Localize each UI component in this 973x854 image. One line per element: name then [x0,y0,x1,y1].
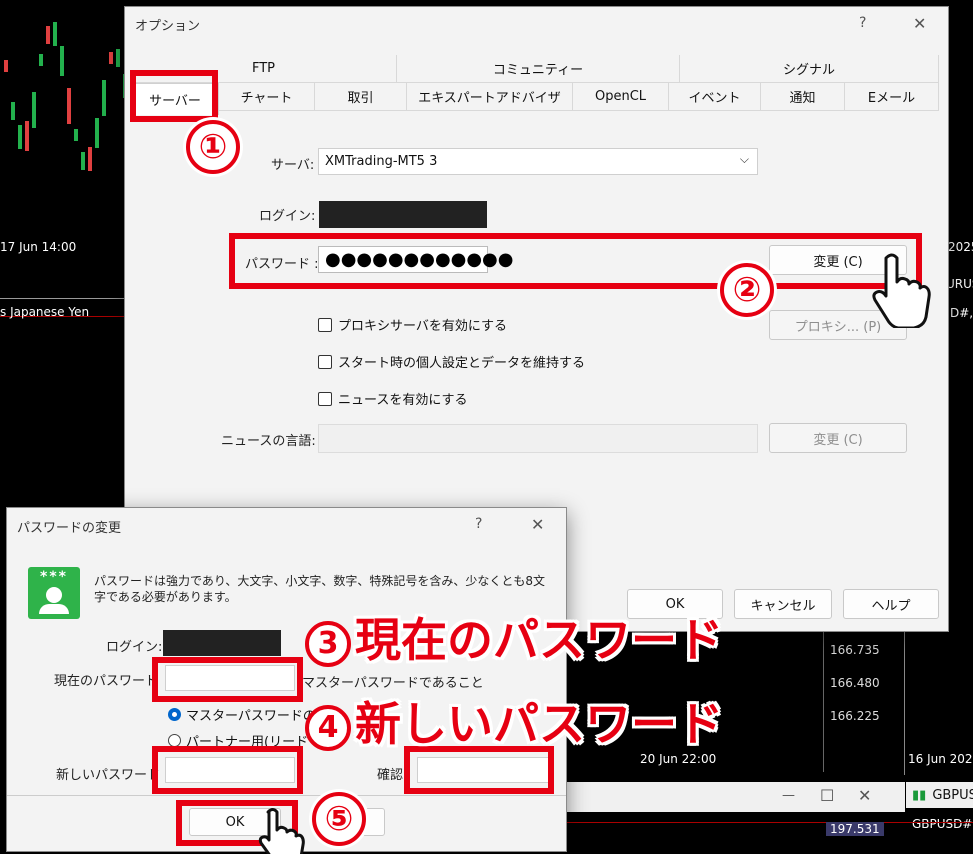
current-password-label: 現在のパスワード [54,674,159,689]
help-button[interactable]: ヘルプ [843,589,939,619]
new-password-label: 新しいパスワード [56,768,161,783]
chart-date-mid: 20 Jun 22:00 [640,752,717,766]
dialog-divider [7,795,566,796]
cancel-button[interactable]: キャンセル [734,589,832,619]
server-value: XMTrading-MT5 3 [325,154,438,169]
radio-dot [168,708,181,721]
price-tag-box: 197.531 [826,822,884,836]
gbp-tab-label: GBPUS [932,787,973,803]
tab-chart[interactable]: チャート [219,83,315,111]
candle [4,60,8,72]
chart-symbol-right-2: D#, [950,306,973,320]
tab-opencl[interactable]: OpenCL [573,83,669,111]
chart-date-left: 17 Jun 14:00 [0,240,77,254]
price-label: 166.480 [830,676,880,690]
minimize-icon[interactable]: — [782,788,795,803]
server-label: サーバ: [271,158,315,173]
password-requirements: パスワードは強力であり、大文字、小文字、数字、特殊記号を含み、少なくとも8文字で… [94,574,546,604]
checkbox-box [318,391,332,406]
caption-4-text: 新しいパスワード [355,697,723,751]
candle [53,22,57,46]
candle [95,118,99,148]
step-1-badge: ① [186,120,240,174]
candle [18,125,22,149]
login-label: ログイン: [259,209,316,224]
caption-step-3: 3 現在のパスワード [305,604,723,670]
tab-notifications[interactable]: 通知 [761,83,845,111]
dialog-title: パスワードの変更 [17,521,122,536]
step-3-number: 3 [305,620,351,667]
login-value-redacted [319,201,487,228]
proxy-checkbox[interactable]: プロキシサーバを有効にする [318,315,507,334]
close-icon[interactable]: ✕ [913,14,926,33]
highlight-server-tab [130,70,218,122]
caption-step-4: 4 新しいパスワード [305,688,723,754]
price-label: 166.225 [830,709,880,723]
help-icon[interactable]: ? [859,15,866,31]
candle [74,129,78,141]
news-language-field[interactable] [318,424,758,453]
chart-symbol-left: s Japanese Yen [0,305,90,319]
pointer-hand-icon [872,253,931,328]
news-checkbox[interactable]: ニュースを有効にする [318,389,467,408]
price-label: 166.735 [830,643,880,657]
stars-text: *** [40,569,68,585]
candle [88,147,92,171]
candle [46,26,50,44]
tab-signal[interactable]: シグナル [680,55,939,83]
confirm-label: 確認 [377,768,404,783]
dialog-title: オプション [135,19,201,34]
tab-expert-advisor[interactable]: エキスパートアドバイザ [407,83,573,111]
candle [32,92,36,128]
candle [81,152,85,170]
candle [39,54,43,66]
highlight-new-password [152,746,303,794]
checkbox-box [318,354,332,369]
step-2-badge: ② [720,263,774,317]
checkbox-box [318,317,332,332]
caption-3-text: 現在のパスワード [355,613,723,667]
candle [102,80,106,116]
maximize-icon[interactable]: ☐ [820,786,834,805]
candle [11,102,15,120]
chart-date-right: 16 Jun 2025 [908,752,973,766]
server-select[interactable]: XMTrading-MT5 3 ⌵ [318,148,758,175]
candle [60,46,64,76]
chevron-down-icon: ⌵ [739,152,749,166]
master-password-radio[interactable]: マスターパスワードの [168,705,316,724]
candle [109,52,113,64]
news-checkbox-label: ニュースを有効にする [338,393,468,408]
highlight-current-password [152,657,303,702]
keep-settings-label: スタート時の個人設定とデータを維持する [338,356,586,371]
proxy-checkbox-label: プロキシサーバを有効にする [338,319,508,334]
help-icon[interactable]: ? [475,516,482,532]
close-icon[interactable]: ✕ [858,786,871,805]
candles-icon: ▮▮ [912,787,927,803]
tab-community[interactable]: コミュニティー [397,55,680,83]
candle [25,121,29,151]
gbp-chart-tab[interactable]: ▮▮ GBPUS [906,782,973,808]
highlight-password-row [229,233,922,289]
tab-trade[interactable]: 取引 [315,83,407,111]
login-label: ログイン: [106,640,163,655]
gbp-chart-label: GBPUSD#, [912,817,973,831]
chart-year-right: 2025 [948,240,973,254]
tab-email[interactable]: Eメール [845,83,939,111]
tab-events[interactable]: イベント [669,83,761,111]
user-key-icon: *** [28,567,80,619]
pointer-hand-icon [258,808,305,854]
login-value-redacted [163,630,281,656]
candle [116,49,120,67]
candlestick-chart-left [4,22,127,171]
news-language-label: ニュースの言語: [221,434,316,449]
close-icon[interactable]: ✕ [531,515,544,534]
step-5-badge: ⑤ [312,792,366,846]
news-language-change-button[interactable]: 変更 (C) [769,423,907,453]
candle [67,88,71,124]
keep-settings-checkbox[interactable]: スタート時の個人設定とデータを維持する [318,352,585,371]
step-4-number: 4 [305,704,351,751]
master-password-radio-label: マスターパスワードの [186,709,316,724]
small-window-titlebar [565,782,905,812]
chart-symbol-right: URUS [946,277,973,291]
